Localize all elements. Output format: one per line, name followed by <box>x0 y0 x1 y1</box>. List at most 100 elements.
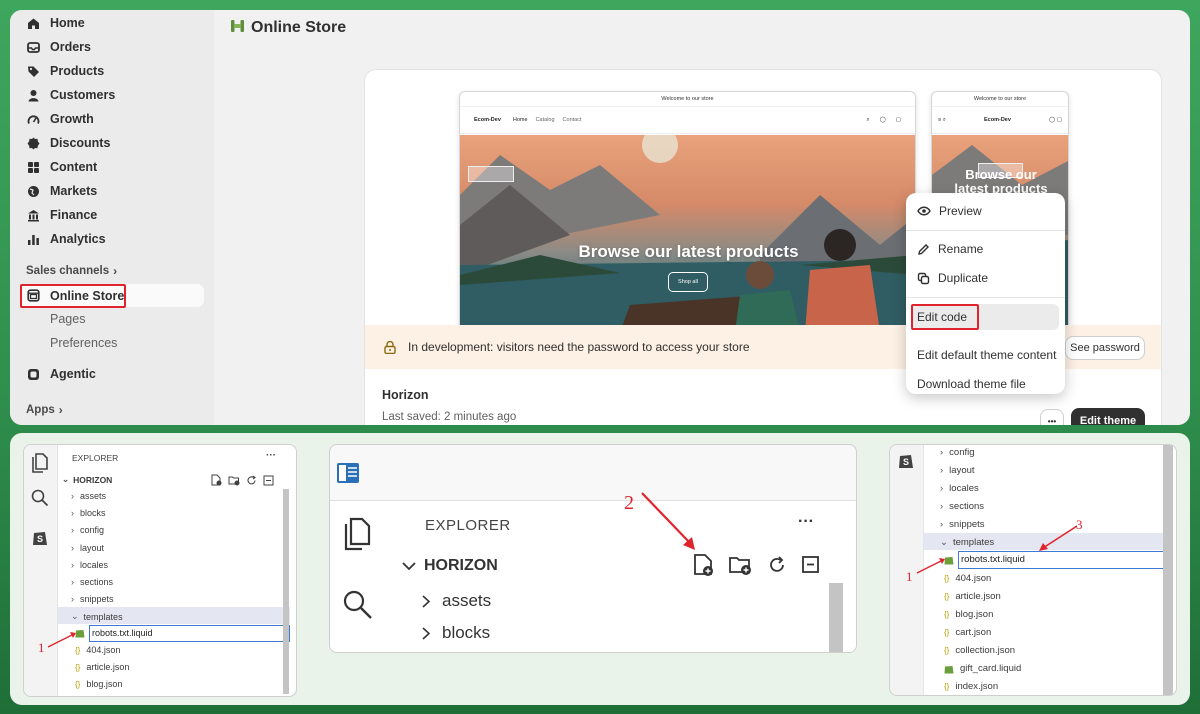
explorer-title: EXPLORER <box>425 517 511 534</box>
sidebar-item-discounts[interactable]: Discounts <box>20 132 204 154</box>
folder-item-config[interactable]: › config <box>940 447 975 458</box>
vscode-sidebar-toggle-icon[interactable] <box>336 462 360 489</box>
menu-item-rename[interactable]: Rename <box>912 236 1059 262</box>
sidebar-item-home[interactable]: Home <box>20 12 204 34</box>
folder-item-sections[interactable]: › sections <box>940 501 984 512</box>
search-icon[interactable] <box>342 589 374 626</box>
explorer-actions <box>693 553 821 582</box>
folder-item-templates[interactable]: ⌄ templates <box>71 611 123 622</box>
more-icon[interactable]: ··· <box>798 513 814 531</box>
file-item-blog[interactable]: {} blog.json <box>75 679 122 689</box>
menu-item-duplicate[interactable]: Duplicate <box>912 265 1059 291</box>
folder-item-snippets[interactable]: › snippets <box>71 594 114 604</box>
folder-item-config[interactable]: › config <box>71 525 104 535</box>
apps-header[interactable]: Apps › <box>26 403 63 417</box>
sidebar-item-finance[interactable]: Finance <box>20 204 204 226</box>
new-file-icon[interactable] <box>211 473 222 491</box>
refresh-icon[interactable] <box>246 473 257 491</box>
chevron-right-icon: › <box>71 525 74 535</box>
folder-item-layout[interactable]: › layout <box>71 543 104 553</box>
sidebar-item-agentic[interactable]: Agentic <box>20 363 204 385</box>
red-arrow <box>641 492 695 550</box>
menu-item-download-theme[interactable]: Download theme file <box>912 371 1059 397</box>
folder-item-snippets[interactable]: › snippets <box>940 519 985 530</box>
edit-theme-button[interactable]: Edit theme <box>1071 408 1145 425</box>
preview-brand: Ecom-Dev <box>474 117 501 123</box>
sidebar-item-analytics[interactable]: Analytics <box>20 228 204 250</box>
folder-label: assets <box>80 491 107 501</box>
folder-item-assets[interactable]: › assets <box>71 491 106 501</box>
refresh-icon[interactable] <box>767 555 787 580</box>
agentic-icon <box>26 367 40 381</box>
landscape-illustration <box>460 135 915 330</box>
file-item-cart[interactable]: {} cart.json <box>944 627 991 638</box>
preview-nav: Ecom-Dev Home Catalog Contact ⌕ ◯ ▢ <box>460 107 915 134</box>
tree-root[interactable]: ⌄ HORIZON <box>62 474 112 485</box>
folder-item-layout[interactable]: › layout <box>940 465 975 476</box>
folder-label: blocks <box>80 508 106 518</box>
sidebar-item-label: Products <box>50 64 105 78</box>
folder-label: sections <box>949 501 985 512</box>
vscode-panel-2: EXPLORER ··· HORIZON assets blocks 2 <box>329 444 857 653</box>
hero-headline: Browse our latest products <box>932 168 1068 196</box>
menu-item-edit-default-content[interactable]: Edit default theme content <box>912 342 1059 368</box>
collapse-all-icon[interactable] <box>801 555 821 580</box>
sidebar-item-markets[interactable]: Markets <box>20 180 204 202</box>
sidebar-item-content[interactable]: Content <box>20 156 204 178</box>
lock-icon <box>384 340 396 354</box>
sidebar-item-pages[interactable]: Pages <box>20 308 204 330</box>
folder-item-sections[interactable]: › sections <box>71 577 113 587</box>
file-item-404[interactable]: {} 404.json <box>944 573 991 584</box>
svg-text:S: S <box>903 457 909 467</box>
folder-label: snippets <box>949 519 985 530</box>
folder-label: templates <box>83 611 123 622</box>
file-item-article[interactable]: {} article.json <box>75 662 129 672</box>
collapse-all-icon[interactable] <box>263 473 274 491</box>
folder-item-blocks[interactable]: blocks <box>422 623 490 643</box>
hero-shop-all-button: Shop all <box>668 272 708 292</box>
search-icon[interactable] <box>31 489 49 512</box>
file-item-index[interactable]: {} index.json <box>944 681 998 692</box>
shopify-bag-icon[interactable]: S <box>898 451 914 474</box>
preview-link: Home <box>512 117 528 123</box>
sidebar-item-label: Orders <box>50 40 91 54</box>
folder-item-blocks[interactable]: › blocks <box>71 508 106 518</box>
explorer-title: EXPLORER <box>72 453 119 463</box>
sidebar-item-label: Content <box>50 160 98 174</box>
scrollbar[interactable] <box>1163 445 1173 695</box>
folder-item-templates[interactable]: ⌄ templates <box>940 537 994 548</box>
new-folder-icon[interactable] <box>228 473 240 491</box>
folder-item-locales[interactable]: › locales <box>940 483 979 494</box>
scrollbar[interactable] <box>283 489 289 694</box>
filename-input[interactable]: robots.txt.liquid <box>958 551 1169 569</box>
more-icon[interactable]: ··· <box>266 450 276 461</box>
files-icon[interactable] <box>342 517 372 556</box>
sidebar-item-preferences[interactable]: Preferences <box>20 332 204 354</box>
more-actions-button[interactable]: ••• <box>1040 409 1064 425</box>
files-icon[interactable] <box>31 453 49 478</box>
sidebar-item-growth[interactable]: Growth <box>20 108 204 130</box>
file-item-404[interactable]: {} 404.json <box>75 645 120 655</box>
new-file-icon[interactable] <box>693 553 715 582</box>
file-item-blog[interactable]: {} blog.json <box>944 609 993 620</box>
file-item-collection[interactable]: {} collection.json <box>944 645 1015 656</box>
tree-root[interactable]: HORIZON <box>402 557 498 575</box>
folder-label: sections <box>80 577 114 587</box>
new-folder-icon[interactable] <box>729 554 753 581</box>
scrollbar[interactable] <box>829 583 843 652</box>
folder-item-locales[interactable]: › locales <box>71 560 108 570</box>
activity-bar: S <box>24 445 58 696</box>
folder-item-assets[interactable]: assets <box>422 591 491 611</box>
shopify-bag-icon[interactable]: S <box>32 528 48 551</box>
file-item-article[interactable]: {} article.json <box>944 591 1001 602</box>
menu-item-preview[interactable]: Preview <box>912 198 1059 224</box>
sidebar-item-customers[interactable]: Customers <box>20 84 204 106</box>
sidebar-item-orders[interactable]: Orders <box>20 36 204 58</box>
chevron-right-icon: › <box>71 560 74 570</box>
see-password-button[interactable]: See password <box>1065 336 1145 360</box>
sales-channels-header[interactable]: Sales channels › <box>26 264 117 278</box>
sidebar-item-products[interactable]: Products <box>20 60 204 82</box>
desktop-preview[interactable]: Welcome to our store Ecom-Dev Home Catal… <box>459 91 916 331</box>
filename-input[interactable]: robots.txt.liquid <box>89 625 290 642</box>
file-item-gift-card[interactable]: gift_card.liquid <box>944 663 1021 674</box>
